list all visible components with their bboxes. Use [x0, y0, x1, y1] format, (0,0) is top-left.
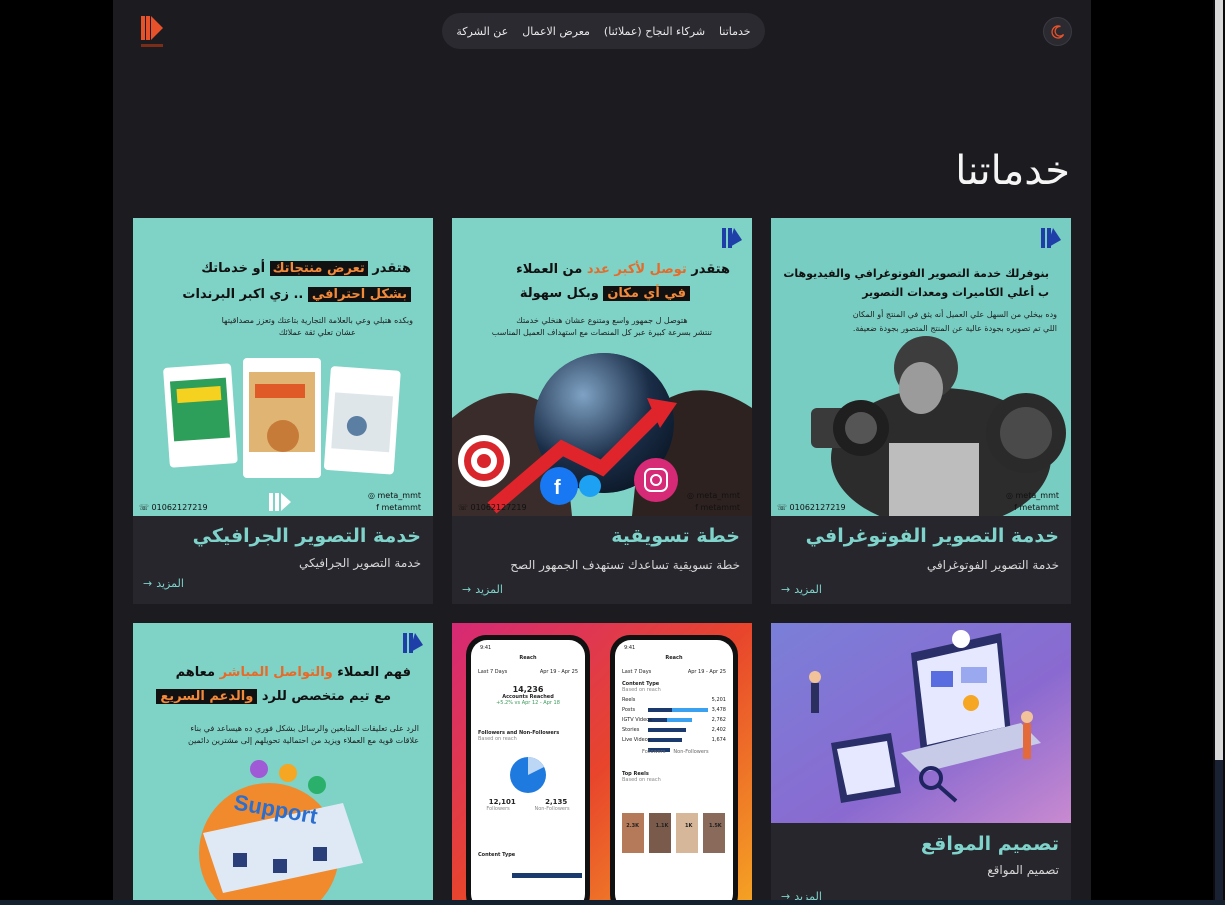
poster-phone: ☏ 01062127219	[139, 503, 208, 512]
poster-headline-part: هتقدر	[372, 261, 411, 276]
poster-headline-2: ب أعلي الكاميرات ومعدات التصوير	[862, 286, 1049, 299]
service-card-support[interactable]: Support فهم العملاء والتواصل المباشر معا…	[133, 623, 433, 905]
page-container: عن الشركة معرض الاعمال شركاء النجاح (عمل…	[113, 0, 1091, 905]
brand-logo[interactable]	[139, 12, 165, 50]
card-title[interactable]: تصميم المواقع	[921, 833, 1059, 855]
poster-body-1: هتوصل ل جمهور واسع ومتنوع عشان هنخلي خدم…	[516, 316, 688, 325]
poster-headline-highlight: في أي مكان	[603, 286, 690, 301]
poster-body-2: تنتشر بسرعة كبيرة عبر كل المنصات مع استه…	[491, 328, 712, 337]
service-card-photography[interactable]: بنوفرلك خدمة التصوير الفوتوغرافي والفيدي…	[771, 218, 1071, 604]
nav-link-services[interactable]: خدماتنا	[719, 25, 751, 38]
card-image	[771, 623, 1071, 823]
poster-headline-highlight: بشكل احترافي	[307, 287, 411, 302]
poster-headline-highlight: تعرض منتجاتك	[269, 261, 368, 276]
card-image: f هتقدر توصل لأكبر عدد من العملاء في أي …	[452, 218, 752, 516]
card-title[interactable]: خدمة التصوير الفوتوغرافي	[806, 525, 1059, 547]
scrollbar-thumb[interactable]	[1215, 0, 1223, 760]
poster-headline-part: فهم العملاء	[337, 665, 411, 680]
card-more-link[interactable]: المزيد →	[462, 583, 503, 596]
nav-link-partners[interactable]: شركاء النجاح (عملائنا)	[604, 25, 705, 38]
poster-headline-part: أو خدماتك	[201, 261, 266, 276]
section-title: خدماتنا	[955, 148, 1070, 194]
card-more-link[interactable]: المزيد →	[143, 577, 184, 590]
svg-text:f: f	[554, 477, 561, 499]
service-card-analytics[interactable]: 9:41 Reach Last 7 Days Apr 19 - Apr 25 1…	[452, 623, 752, 905]
poster-page: f metammt	[695, 503, 740, 512]
arrow-right-icon: →	[143, 577, 153, 590]
poster-headline-highlight: والدعم السريع	[156, 689, 258, 704]
card-description: خطة تسويقية تساعدك تستهدف الجمهور الصح	[510, 558, 740, 572]
card-description: تصميم المواقع	[987, 863, 1059, 877]
card-image: هتقدر تعرض منتجاتك أو خدماتك بشكل احتراف…	[133, 218, 433, 516]
poster-headline-part: وبكل سهولة	[519, 286, 599, 301]
phone-right-screen: 9:41 Reach Last 7 Days Apr 19 - Apr 25 C…	[622, 645, 726, 829]
poster-headline-part: مع تيم متخصص للرد	[261, 689, 391, 704]
poster-body-1: وبكده هتبلي وعي بالعلامة التجارية بتاعتك…	[221, 316, 413, 325]
poster-handle: ◎ meta_mmt	[367, 491, 421, 500]
card-image: 9:41 Reach Last 7 Days Apr 19 - Apr 25 1…	[452, 623, 752, 905]
card-title[interactable]: خطة تسويقية	[611, 525, 740, 547]
moon-icon	[1050, 24, 1064, 39]
arrow-right-icon: →	[781, 583, 791, 596]
poster-phone: ☏ 01062127219	[777, 503, 846, 512]
poster-phone: ☏ 01062127219	[458, 503, 527, 512]
card-description: خدمة التصوير الجرافيكي	[298, 556, 421, 570]
service-card-web-design[interactable]: تصميم المواقع تصميم المواقع المزيد →	[771, 623, 1071, 905]
nav-link-portfolio[interactable]: معرض الاعمال	[522, 25, 590, 38]
poster-body-1: الرد على تعليقات المتابعين والرسائل بشكل…	[190, 724, 419, 733]
card-description: خدمة التصوير الفوتوغرافي	[926, 558, 1059, 572]
poster-headline-highlight: والتواصل المباشر	[219, 665, 333, 680]
service-card-graphic[interactable]: هتقدر تعرض منتجاتك أو خدماتك بشكل احتراف…	[133, 218, 433, 604]
poster-handle: ◎ meta_mmt	[686, 491, 740, 500]
card-more-link[interactable]: المزيد →	[781, 583, 822, 596]
card-image: Support فهم العملاء والتواصل المباشر معا…	[133, 623, 433, 905]
poster-headline-part: من العملاء	[516, 262, 583, 277]
card-title[interactable]: خدمة التصوير الجرافيكي	[193, 525, 421, 547]
page-scrollbar[interactable]	[1213, 0, 1225, 905]
poster-headline-highlight: توصل لأكبر عدد	[586, 262, 687, 277]
theme-toggle-button[interactable]	[1043, 17, 1072, 46]
card-image: بنوفرلك خدمة التصوير الفوتوغرافي والفيدي…	[771, 218, 1071, 516]
main-nav: عن الشركة معرض الاعمال شركاء النجاح (عمل…	[442, 13, 765, 49]
nav-link-about[interactable]: عن الشركة	[456, 25, 508, 38]
poster-headline-part: .. زي اكبر البرندات	[182, 287, 304, 302]
service-card-marketing[interactable]: f هتقدر توصل لأكبر عدد من العملاء في أي …	[452, 218, 752, 604]
poster-page: f metammt	[376, 503, 421, 512]
phone-left-screen: 9:41 Reach Last 7 Days Apr 19 - Apr 25 1…	[478, 645, 578, 858]
poster-body-1: وده بيخلي من السهل علي العميل أنه يثق في…	[852, 310, 1057, 319]
poster-headline-part: معاهم	[175, 665, 216, 680]
bottom-strip	[0, 900, 1225, 905]
poster-handle: ◎ meta_mmt	[1005, 491, 1059, 500]
arrow-right-icon: →	[462, 583, 472, 596]
play-logo-icon	[141, 16, 163, 47]
poster-body-2: عشان تعلي ثقة عملائك	[278, 328, 356, 337]
poster-body-2: اللي تم تصويره بجودة عالية عن المنتج الم…	[852, 324, 1057, 333]
poster-body-2: علاقات قوية مع العملاء ويزيد من احتمالية…	[188, 736, 419, 745]
poster-page: f metammt	[1014, 503, 1059, 512]
poster-headline-part: هتقدر	[691, 262, 730, 277]
poster-headline-1: بنوفرلك خدمة التصوير الفوتوغرافي والفيدي…	[783, 267, 1049, 280]
